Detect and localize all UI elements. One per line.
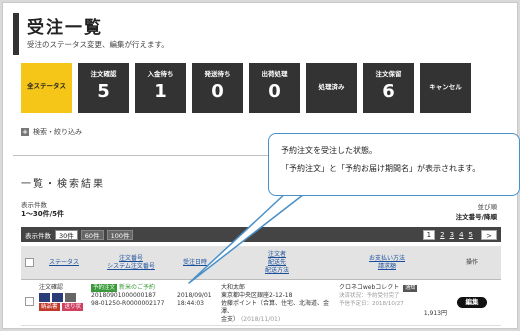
page-4-link[interactable]: 4 (459, 231, 463, 239)
per-page-100-button[interactable]: 100件 (106, 229, 134, 240)
status-tile-label: 発送待ち (204, 70, 231, 78)
callout-line-2: 「予約注文」と「予約お届け期間名」が表示されます。 (281, 164, 481, 173)
delivery-points: 佐藤ポイント（合算、住宅、北海道、金澤、 (221, 300, 330, 315)
delivery-slip-icon[interactable] (52, 293, 63, 302)
th-order-number-label: 注文番号 (118, 255, 143, 262)
page-numbers: 1 2 3 4 5 > (422, 229, 497, 240)
th-status-label: ステータス (48, 259, 79, 266)
mail-icon[interactable] (39, 293, 50, 302)
table-row: 注文確認 納品書 送り状 予約注文 新米のご予約 201809010000001… (21, 280, 501, 326)
row-checkbox[interactable] (25, 297, 34, 306)
chevron-right-icon[interactable]: > (481, 229, 497, 240)
callout-box: 予約注文を受注した状態。 「予約注文」と「予約お届け期間名」が表示されます。 (268, 133, 520, 196)
payment-status: 決済状況：予約受付完了 (339, 293, 400, 299)
system-order-number: 98-01250-R0000002177 (91, 300, 165, 307)
status-tile-order-confirm[interactable]: 注文確認 5 (78, 63, 129, 113)
status-tile-label: 処理済み (318, 83, 345, 91)
callout-line-1: 予約注文を受注した状態。 (281, 146, 377, 155)
customer-name: 大和太郎 (221, 284, 246, 291)
th-destination-label: 配送先 (267, 259, 286, 266)
preorder-badge: 予約注文 (91, 284, 118, 292)
row-shipping-cell: 大和太郎 東京都中央区銀座2-12-18 佐藤ポイント（合算、住宅、北海道、金澤… (221, 284, 337, 324)
per-page-60-button[interactable]: 60件 (80, 229, 104, 240)
th-order-number[interactable]: 注文番号 システム注文番号 (91, 246, 171, 280)
status-tile-processed[interactable]: 処理済み (306, 63, 357, 113)
result-count-label: 表示件数 (21, 201, 47, 209)
order-date: 2018/09/01 (177, 292, 212, 299)
sort-order-value[interactable]: 注文番号/降順 (456, 211, 497, 221)
shipping-address: 東京都中央区銀座2-12-18 (221, 292, 293, 299)
status-tile-awaiting-payment[interactable]: 入金待ち 1 (135, 63, 186, 113)
th-system-order-number-label: システム注文番号 (107, 263, 155, 270)
page-2-link[interactable]: 2 (440, 231, 444, 239)
payment-scheduled-date: 予信予定日：2018/10/27 (339, 301, 404, 307)
shipping-label-tag: 送り状 (62, 303, 83, 311)
row-document-icons (39, 293, 89, 302)
row-payment-cell: クロネコwebコレクト 通知 決済状況：予約受付完了 予信予定日：2018/10… (339, 284, 447, 318)
order-number-link[interactable]: 20180901000000187 (91, 292, 173, 300)
status-tile-shipping-process[interactable]: 出荷処理 0 (249, 63, 300, 113)
status-tile-count: 1 (154, 81, 167, 102)
th-shipping-method-label: 配送方法 (264, 267, 289, 274)
status-tile-label: 入金待ち (147, 70, 174, 78)
th-order-date-label: 受注日時 (182, 259, 207, 266)
status-tile-awaiting-shipment[interactable]: 発送待ち 0 (192, 63, 243, 113)
status-tile-count: 0 (211, 81, 224, 102)
notify-badge: 通知 (403, 285, 418, 292)
page-3-link[interactable]: 3 (450, 231, 454, 239)
search-filter-label: 検索・絞り込み (33, 128, 82, 136)
status-tile-all[interactable]: 全ステータス (21, 63, 72, 113)
status-tile-label: 全ステータス (27, 82, 66, 90)
title-accent-bar (13, 13, 19, 55)
order-time: 18:44:03 (177, 300, 204, 307)
th-action-label: 操作 (465, 259, 478, 266)
row-status-cell: 注文確認 納品書 送り状 (39, 284, 89, 311)
order-list-panel: 受注一覧 受注のステータス変更、編集が行えます。 全ステータス 注文確認 5 入… (2, 2, 520, 329)
status-tile-cancel[interactable]: キャンセル (420, 63, 471, 113)
page-1-link[interactable]: 1 (422, 229, 436, 240)
th-payment[interactable]: お支払い方法 請求額 (337, 246, 437, 280)
th-action: 操作 (449, 246, 495, 280)
status-tile-label: 出荷処理 (261, 70, 288, 78)
result-count-value: 1～30件/5件 (21, 210, 65, 218)
delivery-points-date: (2018/11/01) (240, 316, 281, 323)
edit-button[interactable]: 編集 (457, 297, 487, 308)
delivery-points-cont: 金支） (221, 316, 240, 323)
page-5-link[interactable]: 5 (469, 231, 473, 239)
row-order-date-cell: 2018/09/01 18:44:03 (177, 292, 221, 308)
select-all-checkbox[interactable] (25, 258, 34, 267)
th-amount-label: 請求額 (377, 263, 396, 270)
billing-amount: 1,913円 (423, 310, 447, 317)
payment-method: クロネコwebコレクト (339, 284, 400, 291)
th-shipping[interactable]: 注文者 配送先 配送方法 (221, 246, 333, 280)
pagination-bar: 表示件数 30件 60件 100件 1 2 3 4 5 > (21, 227, 501, 242)
th-payment-method-label: お支払い方法 (368, 255, 405, 262)
preorder-period-text: 新米のご予約 (118, 284, 155, 291)
status-tile-count: 6 (382, 81, 395, 102)
per-page-label: 表示件数 (25, 231, 51, 240)
status-tile-label: キャンセル (429, 83, 462, 91)
plus-icon: + (21, 128, 29, 136)
row-status-text: 注文確認 (39, 284, 64, 291)
list-section-title: 一覧・検索結果 (21, 179, 105, 190)
status-tile-on-hold[interactable]: 注文保留 6 (363, 63, 414, 113)
page-title: 受注一覧 (27, 18, 103, 38)
th-customer-label: 注文者 (267, 251, 286, 258)
row-order-number-cell: 予約注文 新米のご予約 20180901000000187 98-01250-R… (91, 284, 173, 308)
sort-order-label: 並び順 (477, 203, 498, 211)
print-icon[interactable] (65, 293, 76, 302)
th-order-date[interactable]: 受注日時 (173, 246, 217, 280)
page-description: 受注のステータス変更、編集が行えます。 (27, 40, 169, 49)
per-page-30-button[interactable]: 30件 (55, 229, 78, 240)
th-status[interactable]: ステータス (39, 246, 89, 280)
invoice-tag: 納品書 (39, 303, 60, 311)
status-tile-label: 注文確認 (90, 70, 117, 78)
status-tile-label: 注文保留 (375, 70, 402, 78)
status-tile-count: 0 (268, 81, 281, 102)
table-header: ステータス 注文番号 システム注文番号 受注日時 注文者 配送先 配送方法 お支… (21, 246, 501, 280)
status-filter-row: 全ステータス 注文確認 5 入金待ち 1 発送待ち 0 出荷処理 0 処理済み … (21, 63, 471, 113)
search-filter-toggle[interactable]: + 検索・絞り込み (21, 127, 82, 137)
status-tile-count: 5 (97, 81, 110, 102)
